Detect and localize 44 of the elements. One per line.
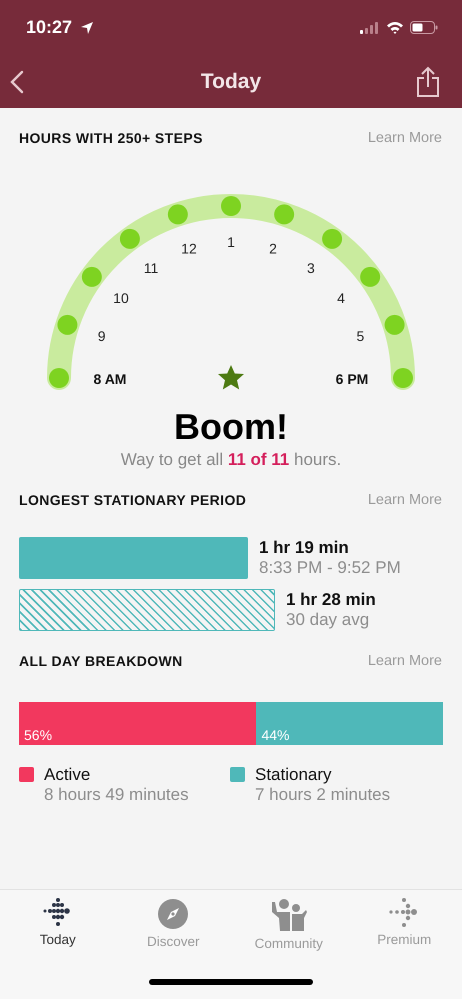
learn-more-link[interactable]: Learn More: [368, 653, 442, 669]
people-icon: [270, 898, 308, 932]
location-arrow-icon: [80, 20, 94, 34]
share-icon[interactable]: [416, 66, 440, 98]
end-time-label: 6 PM: [336, 371, 368, 387]
hour-label: 4: [337, 290, 345, 306]
status-time: 10:27: [26, 17, 72, 38]
duration-detail: 30 day avg: [286, 610, 370, 630]
screen-title: Today: [200, 70, 262, 94]
legend-label: Active: [44, 765, 92, 785]
hour-label: 9: [98, 328, 106, 344]
hour-label: 12: [181, 240, 197, 257]
section-heading: LONGEST STATIONARY PERIOD: [19, 492, 246, 508]
hour-label: 2: [269, 240, 277, 257]
section-heading: ALL DAY BREAKDOWN: [19, 653, 183, 669]
learn-more-link[interactable]: Learn More: [368, 130, 442, 146]
wifi-icon: [386, 21, 404, 34]
headline: Boom!: [174, 406, 288, 448]
tab-item[interactable]: Premium: [346, 898, 462, 951]
legend-time: 8 hours 49 minutes: [44, 785, 189, 805]
percent-label: 56%: [24, 727, 52, 743]
tab-item[interactable]: Community: [231, 898, 346, 951]
section-heading: HOURS WITH 250+ STEPS: [19, 130, 203, 146]
legend-time: 7 hours 2 minutes: [255, 785, 390, 805]
learn-more-link[interactable]: Learn More: [368, 492, 442, 508]
tab-item[interactable]: Today: [0, 898, 116, 951]
hour-label: 11: [144, 260, 158, 276]
legend-label: Stationary: [255, 765, 333, 785]
tab-item[interactable]: Discover: [116, 898, 231, 951]
battery-icon: [410, 21, 438, 34]
back-icon[interactable]: [10, 70, 24, 94]
star-icon: [218, 365, 244, 390]
duration-detail: 8:33 PM - 9:52 PM: [259, 558, 401, 578]
summary-text: Way to get all 11 of 11 hours.: [120, 450, 342, 470]
start-time-label: 8 AM: [94, 371, 126, 387]
hour-label: 1: [227, 234, 235, 250]
percent-label: 44%: [261, 727, 290, 743]
signal-icon: [360, 22, 380, 34]
compass-icon: [157, 898, 190, 930]
duration-value: 1 hr 19 min: [259, 538, 350, 558]
hour-label: 5: [356, 328, 364, 344]
hour-label: 3: [307, 260, 315, 276]
hour-label: 10: [113, 290, 129, 306]
duration-value: 1 hr 28 min: [286, 590, 376, 610]
